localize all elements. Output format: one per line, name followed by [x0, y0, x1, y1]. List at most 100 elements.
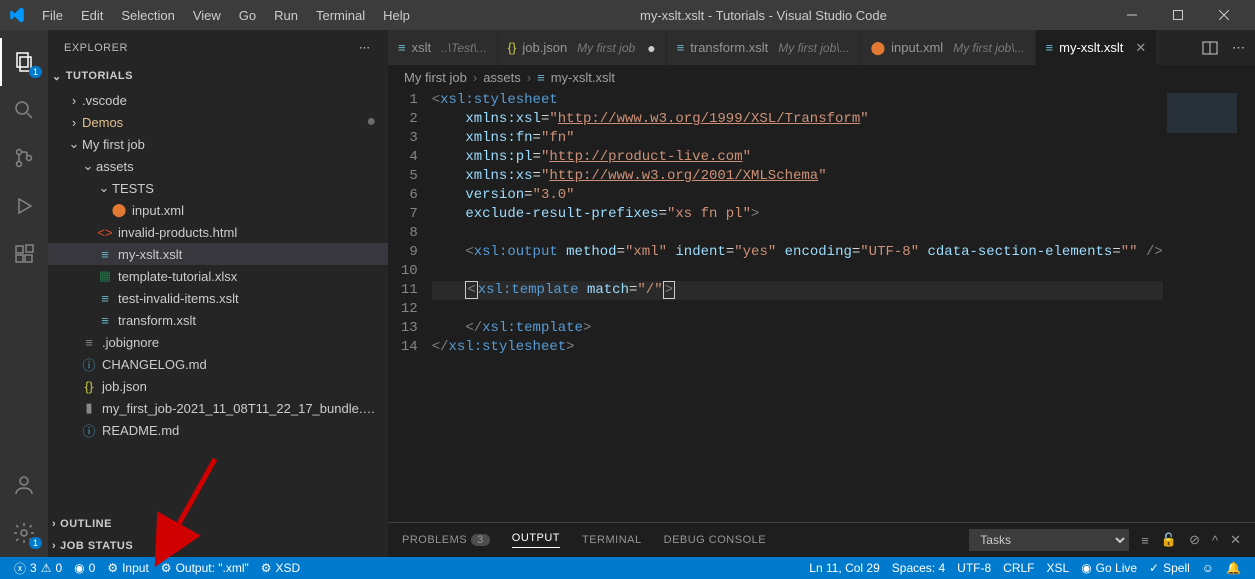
- sidebar-more-icon[interactable]: ⋯: [359, 41, 372, 54]
- breadcrumbs[interactable]: My first job› assets› ≡ my-xslt.xslt: [388, 65, 1255, 89]
- file-icon: ≡: [80, 335, 98, 350]
- tree-file-testinv[interactable]: ≡test-invalid-items.xslt: [48, 287, 388, 309]
- info-icon: ⓘ: [80, 355, 98, 374]
- section-tutorials[interactable]: ⌄TUTORIALS: [48, 65, 388, 87]
- tree-file-bundle[interactable]: ▮my_first_job-2021_11_08T11_22_17_bundle…: [48, 397, 388, 419]
- tree-folder-assets[interactable]: ⌄assets: [48, 155, 388, 177]
- panel-debug[interactable]: DEBUG CONSOLE: [664, 534, 766, 546]
- xslt-icon: ≡: [537, 70, 545, 85]
- broadcast-icon: ◉: [1081, 561, 1091, 575]
- output-channel-select[interactable]: Tasks: [969, 529, 1129, 551]
- settings-icon: ⚙: [261, 561, 272, 575]
- tab-myxslt[interactable]: ≡my-xslt.xslt✕: [1036, 30, 1158, 65]
- status-radio[interactable]: ◉0: [68, 561, 101, 575]
- status-spell[interactable]: ✓Spell: [1143, 561, 1196, 575]
- section-outline[interactable]: ›OUTLINE: [48, 513, 388, 535]
- minimap[interactable]: [1163, 89, 1255, 522]
- panel-output[interactable]: OUTPUT: [512, 532, 560, 548]
- menu-bar: File Edit Selection View Go Run Terminal…: [34, 4, 418, 27]
- editor-area: ≡xslt..\Test\... {}job.jsonMy first job●…: [388, 30, 1255, 557]
- status-lncol[interactable]: Ln 11, Col 29: [803, 561, 886, 575]
- status-lang[interactable]: XSL: [1041, 561, 1076, 575]
- tab-xslt-test[interactable]: ≡xslt..\Test\...: [388, 30, 498, 65]
- sidebar-title: EXPLORER: [64, 42, 128, 54]
- menu-go[interactable]: Go: [231, 4, 264, 27]
- status-input[interactable]: ⚙Input: [101, 561, 154, 575]
- xslt-icon: ≡: [96, 291, 114, 306]
- settings-badge: 1: [29, 537, 42, 549]
- status-xsd[interactable]: ⚙XSD: [255, 561, 306, 575]
- tab-jobjson[interactable]: {}job.jsonMy first job●: [498, 30, 667, 65]
- activity-scm[interactable]: [0, 134, 48, 182]
- close-button[interactable]: [1201, 0, 1247, 30]
- activity-search[interactable]: [0, 86, 48, 134]
- close-panel-icon[interactable]: ✕: [1230, 532, 1241, 548]
- clear-icon[interactable]: ⊘: [1189, 532, 1200, 548]
- activity-extensions[interactable]: [0, 230, 48, 278]
- tree-file-input[interactable]: ⬤input.xml: [48, 199, 388, 221]
- radio-icon: ◉: [74, 561, 84, 575]
- status-feedback[interactable]: ☺: [1196, 561, 1220, 575]
- menu-view[interactable]: View: [185, 4, 229, 27]
- tree-file-readme[interactable]: ⓘREADME.md: [48, 419, 388, 441]
- xml-icon: ⬤: [110, 202, 128, 218]
- window-title: my-xslt.xslt - Tutorials - Visual Studio…: [418, 8, 1109, 23]
- menu-file[interactable]: File: [34, 4, 71, 27]
- status-output[interactable]: ⚙Output: ".xml": [155, 561, 255, 575]
- settings-icon: ⚙: [107, 561, 118, 575]
- tree-folder-myjob[interactable]: ⌄My first job: [48, 133, 388, 155]
- title-bar: File Edit Selection View Go Run Terminal…: [0, 0, 1255, 30]
- xslt-icon: ≡: [1046, 40, 1054, 55]
- menu-run[interactable]: Run: [266, 4, 306, 27]
- status-spaces[interactable]: Spaces: 4: [886, 561, 951, 575]
- activity-debug[interactable]: [0, 182, 48, 230]
- tree-file-changelog[interactable]: ⓘCHANGELOG.md: [48, 353, 388, 375]
- error-icon: ⓧ: [14, 560, 26, 577]
- explorer-badge: 1: [29, 66, 42, 78]
- menu-help[interactable]: Help: [375, 4, 418, 27]
- panel-terminal[interactable]: TERMINAL: [582, 534, 642, 546]
- activity-settings[interactable]: 1: [0, 509, 48, 557]
- maximize-button[interactable]: [1155, 0, 1201, 30]
- line-gutter: 1234567891011121314: [388, 89, 432, 522]
- panel-problems[interactable]: PROBLEMS3: [402, 534, 490, 546]
- lock-icon[interactable]: 🔓: [1161, 532, 1177, 548]
- maximize-panel-icon[interactable]: ^: [1212, 533, 1218, 548]
- tab-transform[interactable]: ≡transform.xsltMy first job\...: [667, 30, 861, 65]
- tree-folder-demos[interactable]: ›Demos●: [48, 111, 388, 133]
- tree-file-template[interactable]: ▦template-tutorial.xlsx: [48, 265, 388, 287]
- tree-folder-vscode[interactable]: ›.vscode: [48, 89, 388, 111]
- status-eol[interactable]: CRLF: [997, 561, 1040, 575]
- status-golive[interactable]: ◉Go Live: [1075, 561, 1143, 575]
- tree-file-invalid[interactable]: <>invalid-products.html: [48, 221, 388, 243]
- activity-explorer[interactable]: 1: [0, 38, 48, 86]
- close-icon[interactable]: ✕: [1135, 40, 1146, 56]
- menu-selection[interactable]: Selection: [113, 4, 182, 27]
- tree-file-jobignore[interactable]: ≡.jobignore: [48, 331, 388, 353]
- code-editor[interactable]: <xsl:stylesheet xmlns:xsl="http://www.w3…: [432, 89, 1163, 522]
- split-editor-icon[interactable]: [1202, 40, 1218, 56]
- zip-icon: ▮: [80, 400, 98, 416]
- tabs-bar: ≡xslt..\Test\... {}job.jsonMy first job●…: [388, 30, 1255, 65]
- more-actions-icon[interactable]: ⋯: [1232, 40, 1245, 56]
- xslt-icon: ≡: [96, 313, 114, 328]
- status-encoding[interactable]: UTF-8: [951, 561, 997, 575]
- panel: PROBLEMS3 OUTPUT TERMINAL DEBUG CONSOLE …: [388, 522, 1255, 557]
- tree-folder-tests[interactable]: ⌄TESTS: [48, 177, 388, 199]
- menu-edit[interactable]: Edit: [73, 4, 111, 27]
- tree-file-transform[interactable]: ≡transform.xslt: [48, 309, 388, 331]
- tree-file-myxslt[interactable]: ≡my-xslt.xslt: [48, 243, 388, 265]
- json-icon: {}: [80, 379, 98, 394]
- status-errors[interactable]: ⓧ3⚠0: [8, 560, 68, 577]
- tree-file-jobjson[interactable]: {}job.json: [48, 375, 388, 397]
- status-bell[interactable]: 🔔: [1220, 561, 1247, 575]
- activity-account[interactable]: [0, 461, 48, 509]
- menu-terminal[interactable]: Terminal: [308, 4, 373, 27]
- filter-icon[interactable]: ≡: [1141, 533, 1149, 548]
- tab-input[interactable]: ⬤input.xmlMy first job\...: [861, 30, 1036, 65]
- section-jobstatus[interactable]: ›JOB STATUS: [48, 535, 388, 557]
- xslt-icon: ≡: [398, 40, 406, 55]
- dirty-dot-icon: ●: [366, 113, 376, 131]
- xslt-icon: ≡: [677, 40, 685, 55]
- minimize-button[interactable]: [1109, 0, 1155, 30]
